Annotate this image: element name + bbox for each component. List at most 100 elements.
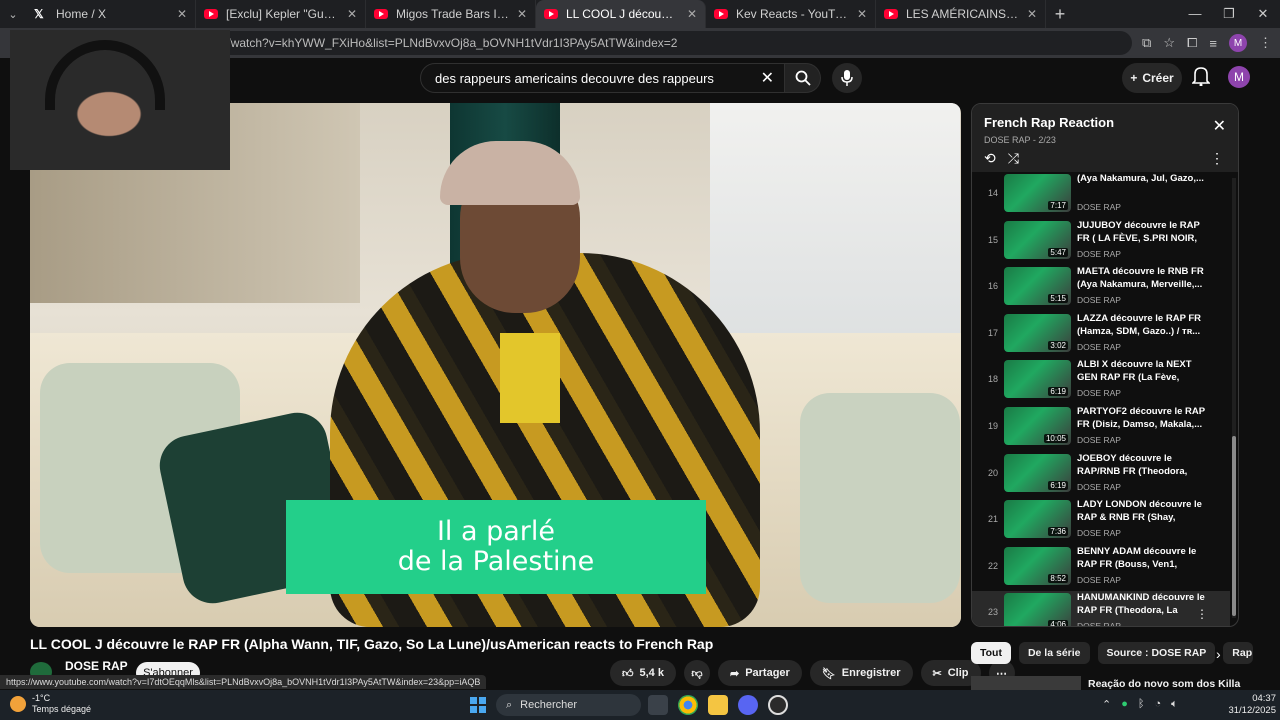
playlist-item-thumbnail[interactable]: 8:52 [1004, 546, 1071, 585]
playlist-item-channel: DOSE RAP [1077, 295, 1121, 306]
weather-widget[interactable]: -1°C Temps dégagé [10, 693, 91, 715]
playlist-item-thumbnail[interactable]: 6:19 [1004, 453, 1071, 492]
playlist-item-thumbnail[interactable]: 7:17 [1004, 174, 1071, 212]
chip-rap[interactable]: Rap [1223, 642, 1254, 664]
playlist-item-title[interactable]: PARTYOF2 découvre le RAP FR (Disiz, Dams… [1077, 405, 1211, 431]
video-player[interactable]: Il a parlé de la Palestine [30, 103, 961, 627]
wifi-icon[interactable]: ◔ [1154, 698, 1161, 711]
playlist-item-channel: DOSE RAP [1077, 248, 1121, 259]
taskbar-search[interactable]: ⌕ Rechercher [496, 694, 641, 716]
playlist-item[interactable]: 20 6:19 JOEBOY découvre le RAP/RNB FR (The… [972, 452, 1230, 499]
playlist-item-title[interactable]: LADY LONDON découvre le RAP & RNB FR (Sh… [1077, 498, 1211, 524]
voice-search-button[interactable] [832, 63, 862, 93]
chip-series[interactable]: De la série [1018, 642, 1090, 664]
playlist-item-thumbnail[interactable]: 10:05 [1004, 406, 1071, 445]
recommendation-title[interactable]: Reação do novo som dos Killa [1088, 678, 1240, 690]
close-playlist-icon[interactable]: ✕ [1213, 116, 1226, 136]
playlist-menu-icon[interactable]: ⋮ [1210, 150, 1224, 167]
item-menu-icon[interactable]: ⋮ [1196, 607, 1208, 621]
restore-icon[interactable]: ❐ [1212, 6, 1246, 22]
recommendation-thumbnail[interactable] [971, 676, 1081, 690]
account-avatar[interactable]: M [1228, 66, 1250, 88]
close-tab-icon[interactable]: ✕ [347, 7, 357, 21]
playlist-item[interactable]: 19 10:05 PARTYOF2 découvre le RAP FR (Disi… [972, 405, 1230, 452]
new-tab-button[interactable]: + [1046, 4, 1074, 25]
browser-tab-active[interactable]: LL COOL J découvre le RAP FR✕ [536, 0, 706, 28]
file-explorer-icon[interactable] [708, 695, 728, 715]
volume-icon[interactable]: 🔈︎ [1171, 698, 1178, 711]
search-button[interactable] [785, 63, 821, 93]
close-window-icon[interactable]: ✕ [1246, 6, 1280, 22]
close-tab-icon[interactable]: ✕ [1027, 7, 1037, 21]
like-button[interactable]: 👍︎ 5,4 k [610, 660, 676, 686]
playlist-item-title[interactable]: JUJUBOY découvre le RAP FR ( LA FÈVE, S.… [1077, 219, 1211, 245]
playlist-item-thumbnail[interactable]: 3:02 [1004, 313, 1071, 352]
save-button[interactable]: 🔖︎ Enregistrer [809, 660, 913, 686]
chevron-up-icon[interactable]: ⌃ [1102, 698, 1111, 711]
browser-tab[interactable]: Kev Reacts - YouTube ✕ [706, 0, 876, 28]
loop-icon[interactable]: ⟲ [984, 150, 996, 167]
playlist-item-duration: 6:19 [1048, 387, 1068, 397]
tab-list-dropdown-icon[interactable]: ⌄ [0, 0, 26, 28]
close-tab-icon[interactable]: ✕ [687, 7, 697, 21]
shuffle-icon[interactable]: ⤮ [1008, 150, 1019, 167]
close-tab-icon[interactable]: ✕ [177, 7, 187, 21]
close-tab-icon[interactable]: ✕ [517, 7, 527, 21]
channel-name[interactable]: DOSE RAP [65, 659, 128, 673]
playlist-item[interactable]: 21 7:36 LADY LONDON découvre le RAP & RNB … [972, 498, 1230, 545]
extensions-icon[interactable]: ⧠ [1187, 35, 1197, 51]
playlist-item-thumbnail[interactable]: 4:06 [1004, 593, 1071, 626]
app-tray-icon[interactable]: ● [1121, 698, 1128, 711]
create-button[interactable]: + Créer [1122, 63, 1182, 93]
playlist-item-thumbnail[interactable]: 6:19 [1004, 360, 1071, 399]
playlist-item[interactable]: 14 7:17 (Aya Nakamura, Jul, Gazo,... DOSE R… [972, 172, 1230, 219]
playlist-item-thumbnail[interactable]: 5:15 [1004, 267, 1071, 306]
cast-icon[interactable]: ⧉ [1142, 35, 1151, 51]
minimize-icon[interactable]: — [1178, 6, 1212, 22]
playlist-item[interactable]: 16 5:15 MAETA découvre le RNB FR (Aya Naka… [972, 265, 1230, 312]
playlist-item-thumbnail[interactable]: 7:36 [1004, 500, 1071, 539]
playlist-item-title[interactable]: HANUMANKIND découvre le RAP FR (Theodora… [1077, 591, 1211, 617]
close-tab-icon[interactable]: ✕ [857, 7, 867, 21]
share-button[interactable]: ➦ Partager [717, 660, 802, 686]
playlist-item-title[interactable]: MAETA découvre le RNB FR (Aya Nakamura, … [1077, 265, 1211, 291]
chip-all[interactable]: Tout [971, 642, 1011, 664]
playlist-item[interactable]: 18 6:19 ALBI X découvre la NEXT GEN RAP FR… [972, 358, 1230, 405]
browser-tab[interactable]: Migos Trade Bars In 'Culture 3'✕ [366, 0, 536, 28]
chevron-right-icon[interactable]: › [1216, 646, 1221, 662]
playlist-item[interactable]: 17 3:02 LAZZA découvre le RAP FR (Hamza, S… [972, 312, 1230, 359]
system-clock[interactable]: 04:37 31/12/2025 [1228, 693, 1276, 717]
windows-start-icon[interactable] [470, 697, 486, 713]
playlist-item-title[interactable]: (Aya Nakamura, Jul, Gazo,... [1077, 172, 1211, 198]
playlist-scrollbar[interactable] [1232, 178, 1236, 618]
dislike-button[interactable]: 👎︎ [683, 660, 710, 686]
browser-tab[interactable]: LES AMÉRICAINS RÉAGISSENT✕ [876, 0, 1046, 28]
browser-tab[interactable]: [Exclu] Kepler "Guedin" ft Leto✕ [196, 0, 366, 28]
playlist-item-title[interactable]: ALBI X découvre la NEXT GEN RAP FR (La F… [1077, 358, 1211, 384]
chrome-icon[interactable] [678, 695, 698, 715]
task-view-icon[interactable] [648, 695, 668, 715]
playlist-item-title[interactable]: LAZZA découvre le RAP FR (Hamza, SDM, Ga… [1077, 312, 1211, 338]
media-queue-icon[interactable]: ≡ [1209, 36, 1217, 51]
playlist-item-duration: 5:47 [1048, 247, 1068, 257]
browser-tab[interactable]: 𝕏 Home / X ✕ [26, 0, 196, 28]
bluetooth-icon[interactable]: ᛒ [1138, 698, 1145, 711]
playlist-item-title[interactable]: BENNY ADAM découvre le RAP FR (Bouss, Ve… [1077, 545, 1211, 571]
chip-source[interactable]: Source : DOSE RAP [1097, 642, 1216, 664]
notifications-bell-icon[interactable] [1192, 66, 1210, 86]
scrollbar-thumb[interactable] [1232, 436, 1236, 616]
bookmark-star-icon[interactable]: ☆ [1163, 35, 1175, 51]
playlist-item-title[interactable]: JOEBOY découvre le RAP/RNB FR (Theodora,… [1077, 452, 1211, 478]
obs-icon[interactable] [768, 695, 788, 715]
playlist-item[interactable]: 22 8:52 BENNY ADAM découvre le RAP FR (Bou… [972, 545, 1230, 592]
discord-icon[interactable] [738, 695, 758, 715]
scene-person-shirt [500, 333, 560, 423]
playlist-item-thumbnail[interactable]: 5:47 [1004, 220, 1071, 259]
playlist-item[interactable]: 15 5:47 JUJUBOY découvre le RAP FR ( LA FÈ… [972, 219, 1230, 266]
playlist-item[interactable]: 23 4:06 HANUMANKIND découvre le RAP FR (Th… [972, 591, 1230, 626]
search-input[interactable]: des rappeurs americains decouvre des rap… [420, 63, 785, 93]
browser-profile-avatar[interactable]: M [1229, 34, 1247, 52]
clear-search-icon[interactable]: ✕ [761, 68, 774, 88]
playlist-title[interactable]: French Rap Reaction [984, 115, 1226, 130]
browser-menu-icon[interactable]: ⋮ [1259, 35, 1272, 51]
